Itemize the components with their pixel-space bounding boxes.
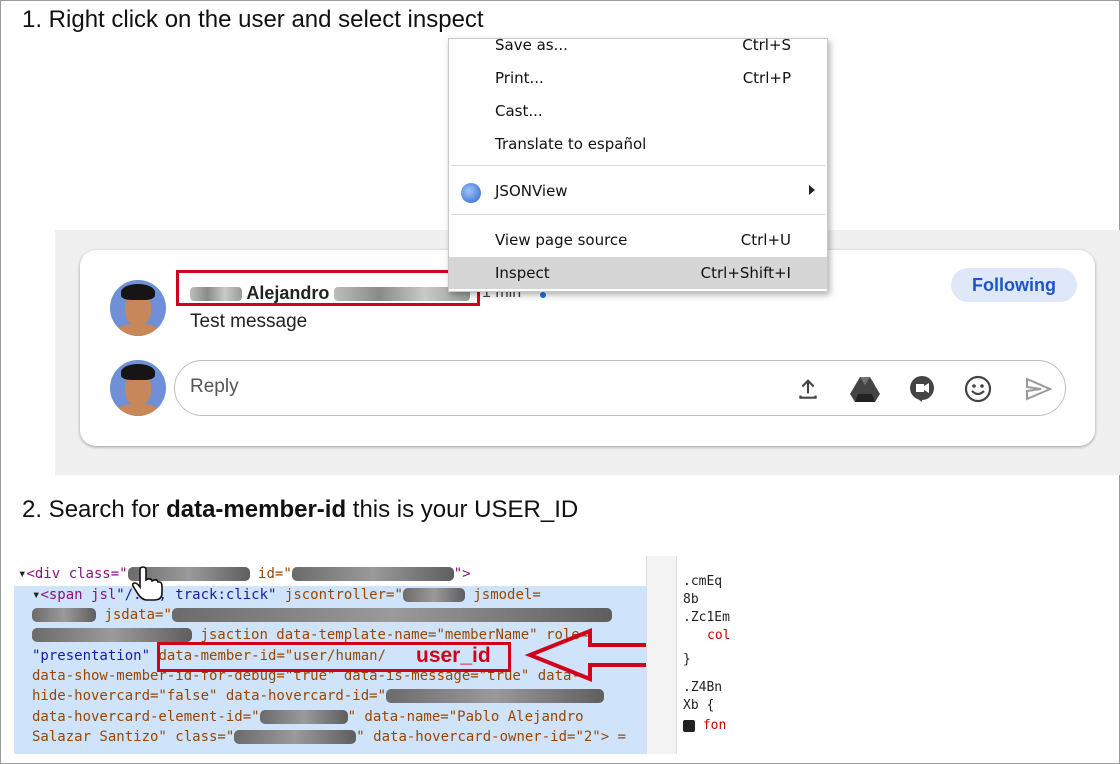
class-attr: Salazar Santizo" class="	[32, 729, 235, 745]
menu-item-label: JSONView	[495, 182, 568, 200]
checkbox-icon[interactable]	[683, 719, 695, 732]
hovercard-element-attr: data-hovercard-element-id="	[32, 709, 260, 725]
redacted-id	[291, 567, 454, 581]
dom-line-jsaction: jsaction data-template-name="memberName"…	[32, 627, 588, 643]
redacted-jsmodel	[32, 608, 96, 622]
step2-prefix: 2. Search for	[22, 496, 167, 523]
menu-separator	[451, 165, 825, 166]
redacted-jscontroller	[402, 588, 465, 602]
span-tag: <span jsl	[40, 587, 117, 603]
menu-item-label: Cast...	[495, 102, 543, 120]
context-menu: Save as... Ctrl+S Print... Ctrl+P Cast..…	[448, 36, 828, 292]
message-text: Test message	[190, 311, 308, 332]
step1-title: 1. Right click on the user and select in…	[22, 6, 484, 33]
devtools-gutter	[646, 556, 676, 754]
role-value: "presentation"	[32, 648, 151, 664]
jsonview-icon	[461, 183, 481, 203]
style-line: fon	[702, 718, 727, 733]
unread-dot	[540, 292, 546, 298]
sender-avatar[interactable]	[110, 280, 166, 336]
dom-line-class: Salazar Santizo" class=" " data-hovercard…	[32, 729, 626, 745]
user-id-label: user_id	[416, 644, 491, 667]
style-checkbox-row[interactable]: fon	[683, 718, 726, 733]
menu-item-label: Translate to español	[495, 135, 647, 153]
menu-separator	[451, 214, 825, 215]
step2-suffix: this is your USER_ID	[346, 496, 579, 523]
jsmodel-attr: jsmodel=	[473, 587, 541, 603]
menu-item-view-source[interactable]: View page source Ctrl+U	[449, 224, 827, 256]
style-line: .cmEq	[683, 574, 723, 589]
following-button[interactable]: Following	[951, 268, 1077, 302]
style-line: Xb {	[683, 698, 715, 713]
step2-title: 2. Search for data-member-id this is you…	[22, 496, 578, 524]
redacted-hovercard-element	[259, 710, 348, 724]
dom-line-span[interactable]: ▾<span jsl"/..., track:click" jscontroll…	[32, 587, 541, 603]
sender-highlight-box	[176, 270, 480, 306]
emoji-icon[interactable]	[961, 372, 995, 406]
dom-line-hovercard: hide-hovercard="false" data-hovercard-id…	[32, 688, 605, 704]
style-line: .Z4Bn	[683, 680, 723, 695]
owner-id-attr: " data-hovercard-owner-id="2"> =	[356, 729, 627, 745]
dom-line-hovercard-element: data-hovercard-element-id=" " data-name="…	[32, 709, 584, 725]
upload-icon[interactable]	[791, 372, 825, 406]
style-line: }	[683, 652, 691, 667]
div-tag-open: <div class="	[26, 566, 128, 582]
jsdata-attr: jsdata="	[104, 607, 172, 623]
id-attr: id="	[258, 566, 292, 582]
redacted-jsdata	[171, 608, 612, 622]
step2-keyword: data-member-id	[166, 496, 347, 523]
redacted-class-value	[234, 730, 357, 744]
menu-item-label: Inspect	[495, 264, 550, 282]
dom-line-div[interactable]: ▾<div class=" id=" ">	[18, 566, 471, 582]
style-line: col	[707, 628, 731, 643]
menu-item-save-as[interactable]: Save as... Ctrl+S	[449, 29, 827, 61]
send-icon[interactable]	[1021, 372, 1055, 406]
hovercard-attr: hide-hovercard="false" data-hovercard-id…	[32, 688, 387, 704]
style-line: .Zc1Em	[683, 610, 730, 625]
reply-placeholder: Reply	[190, 376, 239, 397]
menu-item-inspect[interactable]: Inspect Ctrl+Shift+I	[449, 257, 827, 289]
menu-item-shortcut: Ctrl+U	[740, 231, 791, 249]
jscontroller-attr: jscontroller="	[284, 587, 403, 603]
devtools-styles-pane: .cmEq 8b .Zc1Em col } .Z4Bn Xb { fon	[676, 556, 732, 754]
redacted-jsaction	[32, 628, 192, 642]
menu-item-label: Save as...	[495, 36, 568, 54]
submenu-arrow-icon	[809, 185, 815, 195]
style-line: 8b	[683, 592, 699, 607]
menu-item-shortcut: Ctrl+P	[742, 69, 791, 87]
menu-item-label: Print...	[495, 69, 544, 87]
menu-item-label: View page source	[495, 231, 628, 249]
meet-video-icon[interactable]	[905, 372, 939, 406]
menu-item-translate[interactable]: Translate to español	[449, 128, 827, 160]
drive-icon[interactable]	[848, 372, 882, 406]
current-user-avatar	[110, 360, 166, 416]
div-tag-close: ">	[453, 566, 471, 582]
menu-item-shortcut: Ctrl+Shift+I	[700, 264, 791, 282]
menu-item-print[interactable]: Print... Ctrl+P	[449, 62, 827, 94]
dom-line-jsdata: jsdata="	[32, 607, 612, 623]
menu-item-jsonview[interactable]: JSONView	[449, 175, 827, 207]
menu-item-cast[interactable]: Cast...	[449, 95, 827, 127]
redacted-hovercard-id	[386, 689, 605, 703]
hand-cursor-icon	[131, 566, 163, 601]
data-name-attr: " data-name="Pablo Alejandro	[347, 709, 584, 725]
menu-item-shortcut: Ctrl+S	[742, 36, 791, 54]
